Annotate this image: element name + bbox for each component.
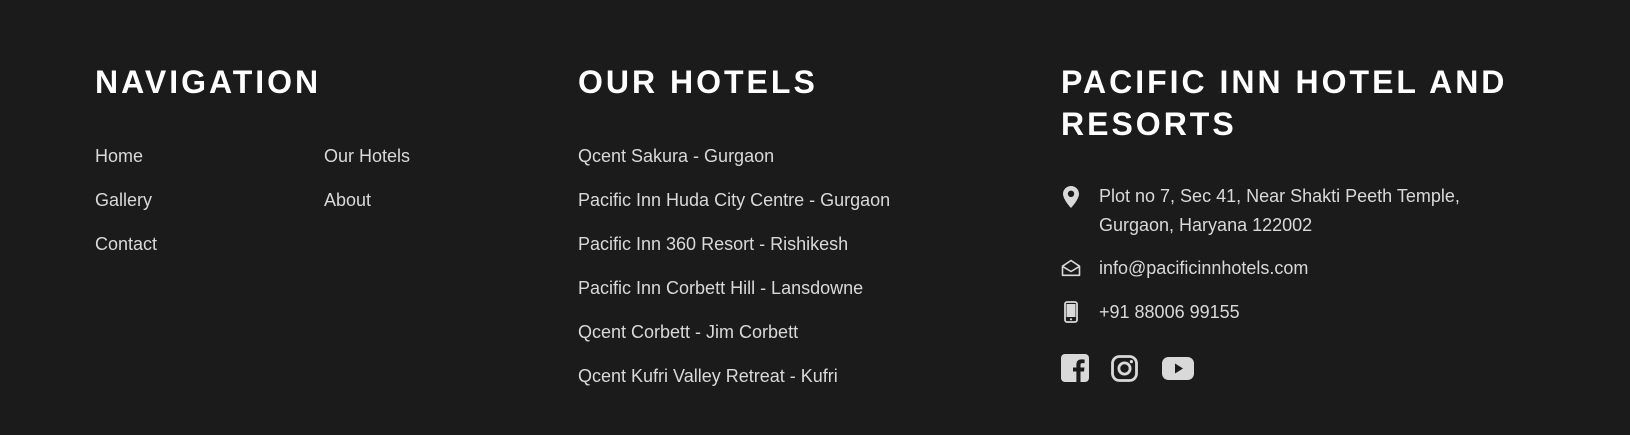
company-heading: PACIFIC INN HOTEL AND RESORTS [1061, 64, 1508, 142]
phone-row[interactable]: +91 88006 99155 [1061, 298, 1240, 327]
hotels-heading: OUR HOTELS [578, 64, 818, 100]
instagram-icon[interactable] [1111, 354, 1138, 382]
social-links [1061, 354, 1214, 382]
hotel-link[interactable]: Qcent Kufri Valley Retreat - Kufri [578, 364, 838, 388]
map-pin-icon [1061, 186, 1081, 208]
hotel-link[interactable]: Pacific Inn Huda City Centre - Gurgaon [578, 188, 890, 212]
nav-link-about[interactable]: About [324, 188, 371, 212]
email-row[interactable]: info@pacificinnhotels.com [1061, 254, 1308, 283]
nav-link-gallery[interactable]: Gallery [95, 188, 152, 212]
envelope-open-icon [1061, 257, 1081, 279]
hotel-link[interactable]: Qcent Sakura - Gurgaon [578, 144, 774, 168]
nav-link-our-hotels[interactable]: Our Hotels [324, 144, 410, 168]
address-text: Plot no 7, Sec 41, Near Shakti Peeth Tem… [1099, 186, 1460, 235]
navigation-heading: NAVIGATION [95, 64, 322, 100]
nav-link-home[interactable]: Home [95, 144, 143, 168]
email-link[interactable]: info@pacificinnhotels.com [1099, 254, 1308, 283]
address-row: Plot no 7, Sec 41, Near Shakti Peeth Tem… [1061, 182, 1489, 240]
nav-link-contact[interactable]: Contact [95, 232, 157, 256]
facebook-icon[interactable] [1061, 354, 1089, 382]
hotel-link[interactable]: Pacific Inn Corbett Hill - Lansdowne [578, 276, 863, 300]
youtube-icon[interactable] [1162, 356, 1194, 380]
hotel-link[interactable]: Qcent Corbett - Jim Corbett [578, 320, 798, 344]
hotel-link[interactable]: Pacific Inn 360 Resort - Rishikesh [578, 232, 848, 256]
phone-link[interactable]: +91 88006 99155 [1099, 298, 1240, 327]
mobile-phone-icon [1061, 301, 1081, 323]
